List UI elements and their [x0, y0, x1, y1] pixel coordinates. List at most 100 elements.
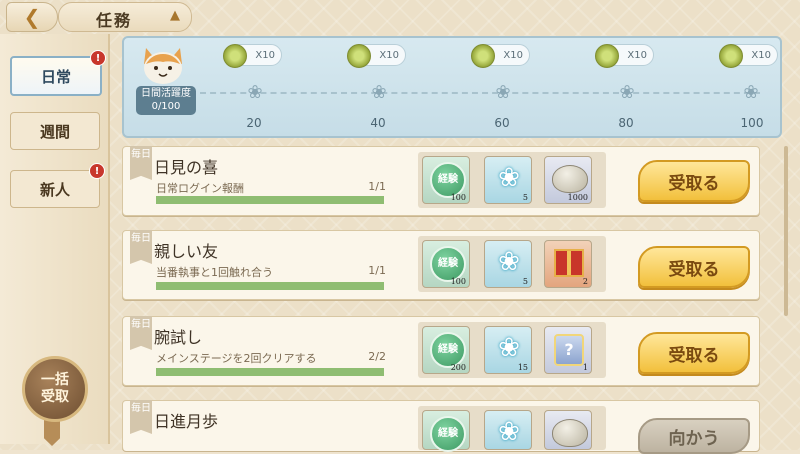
- claim-button[interactable]: 受取る: [638, 246, 750, 288]
- notification-badge: !: [90, 50, 106, 66]
- task-name: 日進月歩: [154, 412, 219, 431]
- cat-mascot-icon: [144, 48, 182, 84]
- mystery-card-icon: ?: [554, 334, 584, 366]
- tab-newcomer[interactable]: 新人 !: [10, 163, 105, 208]
- task-progress-bar: [156, 368, 384, 376]
- milestone-reward: X10: [503, 49, 523, 61]
- progress-fill: [156, 368, 384, 376]
- milestone-reward: X10: [255, 49, 275, 61]
- progress-fill: [156, 196, 384, 204]
- claim-all-line1: 一括: [41, 372, 69, 388]
- activity-label: 日間活躍度 0/100: [136, 86, 196, 115]
- gift-box-icon: [554, 249, 584, 277]
- claim-all-line2: 受取: [41, 389, 69, 405]
- reward-count: 100: [450, 277, 466, 286]
- milestone-chest[interactable]: X10: [347, 44, 406, 68]
- shell-icon: [552, 419, 588, 447]
- reward-count: 5: [522, 193, 528, 202]
- tab-label: 日常: [40, 67, 71, 86]
- page-title: 任務: [96, 11, 133, 30]
- header: ❮ 任務 ▲: [0, 0, 200, 32]
- reward-count: 2: [582, 277, 588, 286]
- tab-label: 週間: [39, 122, 70, 141]
- claim-button[interactable]: 受取る: [638, 332, 750, 374]
- reward-exp[interactable]: 経験 200: [422, 326, 470, 374]
- task-progress-bar: [156, 196, 384, 204]
- paw-icon: ❀: [495, 82, 511, 103]
- milestone-threshold: 20: [246, 116, 262, 130]
- milestone-chest[interactable]: X10: [595, 44, 654, 68]
- milestone-threshold: 40: [370, 116, 386, 130]
- go-button[interactable]: 向かう: [638, 418, 750, 454]
- daily-tag: 毎日: [130, 400, 152, 434]
- milestone-threshold: 100: [740, 116, 764, 130]
- paw-icon: ❀: [619, 82, 635, 103]
- notification-badge: !: [89, 163, 105, 179]
- reward-count: 15: [517, 363, 528, 372]
- progress-fill: [156, 282, 384, 290]
- title-ornament-icon: ▲: [170, 8, 180, 23]
- task-desc: メインステージを2回クリアする: [156, 352, 317, 365]
- coin-icon: [719, 44, 743, 68]
- milestone-chest[interactable]: X10: [719, 44, 778, 68]
- tab-weekly[interactable]: 週間: [10, 112, 100, 150]
- claim-button[interactable]: 受取る: [638, 160, 750, 202]
- task-name: 日見の喜: [154, 158, 219, 177]
- task-progress-text: 1/1: [368, 180, 386, 193]
- reward-paw[interactable]: ❀ 5: [484, 240, 532, 288]
- task-progress-text: 2/2: [368, 350, 386, 363]
- paw-icon: ❀: [498, 417, 520, 447]
- milestone-threshold: 80: [618, 116, 634, 130]
- reward-card[interactable]: ? 1: [544, 326, 592, 374]
- paw-icon: ❀: [498, 247, 520, 277]
- back-arrow-icon: ❮: [23, 5, 41, 29]
- tab-daily[interactable]: 日常 !: [10, 50, 106, 96]
- activity-panel: [122, 36, 782, 138]
- milestone-chest[interactable]: X10: [223, 44, 282, 68]
- task-name: 親しい友: [154, 242, 219, 261]
- activity-value: 0/100: [151, 101, 181, 112]
- reward-exp[interactable]: 経験: [422, 410, 470, 452]
- tab-label: 新人: [39, 180, 70, 199]
- reward-count: 100: [450, 193, 466, 202]
- reward-paw[interactable]: ❀ 15: [484, 326, 532, 374]
- task-progress-text: 1/1: [368, 264, 386, 277]
- daily-tag: 毎日: [130, 146, 152, 180]
- daily-tag: 毎日: [130, 230, 152, 264]
- reward-paw[interactable]: ❀ 5: [484, 156, 532, 204]
- reward-paw[interactable]: ❀: [484, 410, 532, 450]
- reward-exp[interactable]: 経験 100: [422, 240, 470, 288]
- task-progress-bar: [156, 282, 384, 290]
- task-desc: 日常ログイン報酬: [156, 182, 244, 195]
- exp-icon: 経験: [430, 416, 466, 452]
- shell-icon: [552, 165, 588, 193]
- reward-exp[interactable]: 経験 100: [422, 156, 470, 204]
- paw-icon: ❀: [247, 82, 263, 103]
- task-desc: 当番執事と1回触れ合う: [156, 266, 273, 279]
- paw-icon: ❀: [498, 163, 520, 193]
- reward-count: 1000: [567, 193, 588, 202]
- milestone-threshold: 60: [494, 116, 510, 130]
- reward-count: 200: [450, 363, 466, 372]
- coin-icon: [595, 44, 619, 68]
- coin-icon: [347, 44, 371, 68]
- milestone-reward: X10: [379, 49, 399, 61]
- reward-shell[interactable]: [544, 410, 592, 450]
- reward-shell[interactable]: 1000: [544, 156, 592, 204]
- claim-all-button[interactable]: 一括 受取: [22, 356, 88, 422]
- milestone-chest[interactable]: X10: [471, 44, 530, 68]
- task-name: 腕試し: [154, 328, 203, 347]
- coin-icon: [471, 44, 495, 68]
- reward-count: 1: [582, 363, 588, 372]
- milestone-reward: X10: [751, 49, 771, 61]
- back-button[interactable]: ❮: [6, 2, 58, 32]
- activity-track: [200, 92, 760, 94]
- scrollbar[interactable]: [784, 146, 788, 316]
- milestone-reward: X10: [627, 49, 647, 61]
- paw-icon: ❀: [743, 82, 759, 103]
- reward-gift[interactable]: 2: [544, 240, 592, 288]
- coin-icon: [223, 44, 247, 68]
- paw-icon: ❀: [371, 82, 387, 103]
- activity-title: 日間活躍度: [141, 88, 191, 99]
- daily-tag: 毎日: [130, 316, 152, 350]
